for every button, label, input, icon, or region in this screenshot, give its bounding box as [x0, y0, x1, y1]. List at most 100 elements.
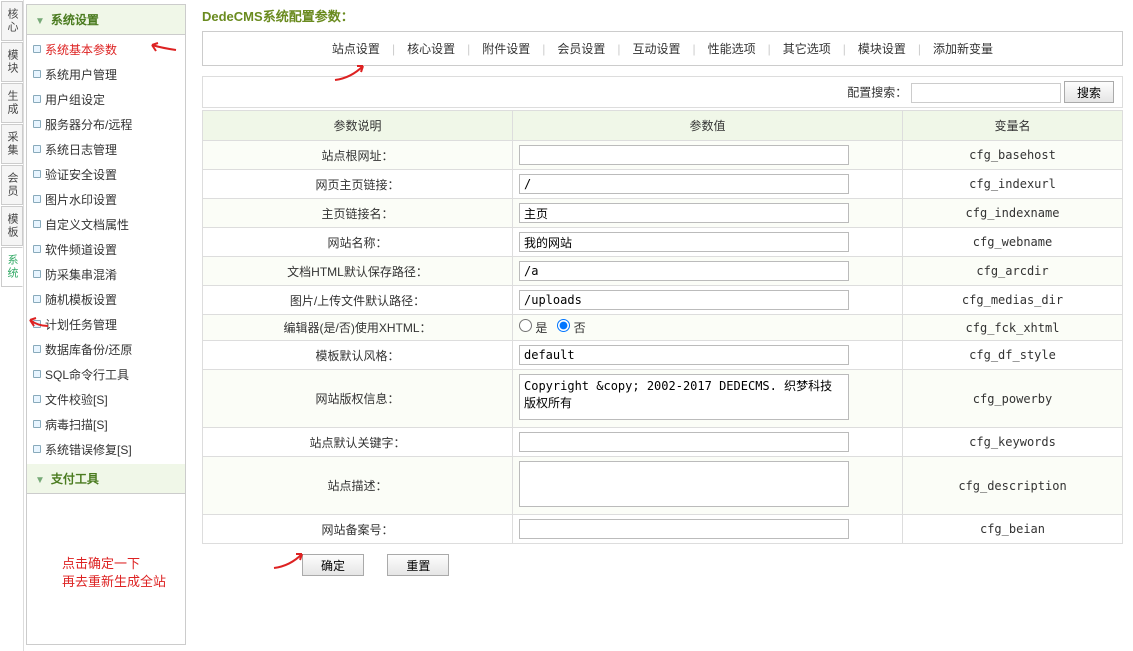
reset-button[interactable]: 重置	[387, 554, 449, 576]
vtab-4[interactable]: 会员	[1, 165, 23, 205]
param-val-cell	[513, 286, 903, 315]
sidebar-item[interactable]: 系统错误修复[S]	[27, 437, 185, 462]
config-tab[interactable]: 会员设置	[547, 42, 615, 56]
param-input[interactable]	[519, 203, 849, 223]
sidebar-item[interactable]: 软件频道设置	[27, 237, 185, 262]
param-var: cfg_df_style	[903, 341, 1123, 370]
param-val-cell	[513, 228, 903, 257]
vtab-1[interactable]: 模块	[1, 42, 23, 82]
config-tab[interactable]: 附件设置	[472, 42, 540, 56]
sidebar-item[interactable]: 验证安全设置	[27, 162, 185, 187]
param-val-cell	[513, 428, 903, 457]
param-input[interactable]	[519, 519, 849, 539]
param-var: cfg_description	[903, 457, 1123, 515]
param-desc: 站点根网址：	[203, 141, 513, 170]
table-row: 网页主页链接：cfg_indexurl	[203, 170, 1123, 199]
table-row: 站点默认关键字：cfg_keywords	[203, 428, 1123, 457]
table-row: 主页链接名：cfg_indexname	[203, 199, 1123, 228]
th-desc: 参数说明	[203, 111, 513, 141]
param-var: cfg_indexurl	[903, 170, 1123, 199]
table-row: 文档HTML默认保存路径：cfg_arcdir	[203, 257, 1123, 286]
param-input[interactable]	[519, 232, 849, 252]
main-panel: DedeCMS系统配置参数： 站点设置|核心设置|附件设置|会员设置|互动设置|…	[192, 0, 1133, 651]
vtab-2[interactable]: 生成	[1, 83, 23, 123]
table-row: 网站名称：cfg_webname	[203, 228, 1123, 257]
sidebar-item[interactable]: 文件校验[S]	[27, 387, 185, 412]
param-input[interactable]	[519, 290, 849, 310]
sidebar-item[interactable]: 系统用户管理	[27, 62, 185, 87]
vertical-tabs: 核心模块生成采集会员模板系统	[0, 0, 24, 651]
param-input[interactable]	[519, 145, 849, 165]
param-val-cell: 是 否	[513, 315, 903, 341]
param-val-cell	[513, 515, 903, 544]
table-row: 编辑器(是/否)使用XHTML： 是 否cfg_fck_xhtml	[203, 315, 1123, 341]
param-var: cfg_powerby	[903, 370, 1123, 428]
param-val-cell	[513, 457, 903, 515]
config-tab[interactable]: 性能选项	[698, 42, 766, 56]
sidebar-item[interactable]: SQL命令行工具	[27, 362, 185, 387]
table-row: 网站版权信息：cfg_powerby	[203, 370, 1123, 428]
param-textarea[interactable]	[519, 461, 849, 507]
config-table: 参数说明 参数值 变量名 站点根网址： cfg_basehost网页主页链接：cf…	[202, 110, 1123, 544]
sidebar-header-label: 系统设置	[51, 13, 99, 27]
chevron-down-icon: ▼	[35, 16, 45, 27]
param-val-cell	[513, 141, 903, 170]
sidebar-item[interactable]: 系统日志管理	[27, 137, 185, 162]
param-radio[interactable]	[519, 319, 532, 332]
th-var: 变量名	[903, 111, 1123, 141]
sidebar-item[interactable]: 服务器分布/远程	[27, 112, 185, 137]
vtab-3[interactable]: 采集	[1, 124, 23, 164]
sidebar-item[interactable]: 防采集串混淆	[27, 262, 185, 287]
config-tab[interactable]: 核心设置	[397, 42, 465, 56]
param-textarea[interactable]	[519, 374, 849, 420]
config-tab[interactable]: 模块设置	[848, 42, 916, 56]
th-val: 参数值	[513, 111, 903, 141]
vtab-0[interactable]: 核心	[1, 1, 23, 41]
param-input[interactable]	[519, 174, 849, 194]
sidebar-item[interactable]: 病毒扫描[S]	[27, 412, 185, 437]
param-var: cfg_arcdir	[903, 257, 1123, 286]
param-input[interactable]	[519, 432, 849, 452]
sidebar-item[interactable]: 用户组设定	[27, 87, 185, 112]
table-row: 站点描述： cfg_description	[203, 457, 1123, 515]
annotation-text: 点击确定一下 再去重新生成全站	[62, 555, 166, 591]
param-var: cfg_basehost	[903, 141, 1123, 170]
arrow-annotation-icon	[272, 548, 312, 577]
param-desc: 站点描述：	[203, 457, 513, 515]
sidebar-item[interactable]: 随机模板设置	[27, 287, 185, 312]
sidebar-header-label: 支付工具	[51, 472, 99, 486]
param-val-cell	[513, 170, 903, 199]
sidebar-item[interactable]: 计划任务管理	[27, 312, 185, 337]
param-input[interactable]	[519, 345, 849, 365]
vtab-5[interactable]: 模板	[1, 206, 23, 246]
config-tab[interactable]: 添加新变量	[923, 42, 1003, 56]
param-var: cfg_indexname	[903, 199, 1123, 228]
param-val-cell	[513, 370, 903, 428]
arrow-annotation-icon	[333, 60, 373, 87]
table-row: 网站备案号：cfg_beian	[203, 515, 1123, 544]
config-tab[interactable]: 其它选项	[773, 42, 841, 56]
sidebar-header-settings[interactable]: ▼ 系统设置	[27, 5, 185, 35]
param-val-cell	[513, 341, 903, 370]
page-title: DedeCMS系统配置参数：	[202, 6, 1123, 25]
search-button[interactable]: 搜索	[1064, 81, 1114, 103]
table-row: 模板默认风格：cfg_df_style	[203, 341, 1123, 370]
param-input[interactable]	[519, 261, 849, 281]
param-val-cell	[513, 199, 903, 228]
sidebar-header-pay[interactable]: ▼ 支付工具	[27, 464, 185, 494]
sidebar-item[interactable]: 图片水印设置	[27, 187, 185, 212]
chevron-down-icon: ▼	[35, 475, 45, 486]
search-label: 配置搜索：	[847, 86, 907, 100]
param-var: cfg_keywords	[903, 428, 1123, 457]
sidebar: ▼系统设置 系统基本参数系统用户管理用户组设定服务器分布/远程系统日志管理验证安…	[26, 4, 186, 645]
sidebar-item[interactable]: 自定义文档属性	[27, 212, 185, 237]
sidebar-item[interactable]: 数据库备份/还原	[27, 337, 185, 362]
search-input[interactable]	[911, 83, 1061, 103]
param-desc: 编辑器(是/否)使用XHTML：	[203, 315, 513, 341]
vtab-6[interactable]: 系统	[1, 247, 23, 287]
param-var: cfg_webname	[903, 228, 1123, 257]
param-var: cfg_medias_dir	[903, 286, 1123, 315]
config-tab[interactable]: 互动设置	[622, 42, 690, 56]
param-radio[interactable]	[557, 319, 570, 332]
config-tab[interactable]: 站点设置	[322, 42, 390, 56]
